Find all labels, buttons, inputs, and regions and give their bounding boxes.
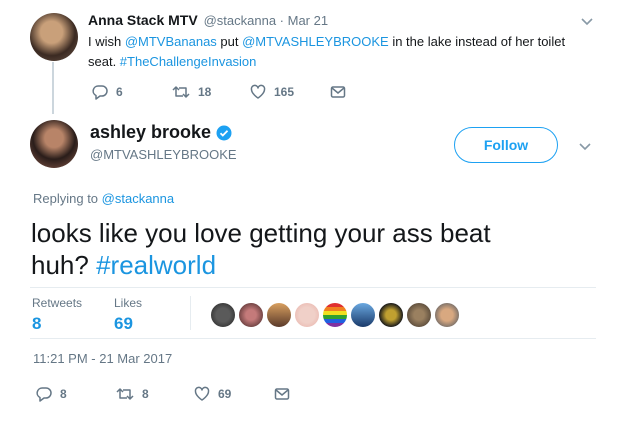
main-display-name[interactable]: ashley brooke xyxy=(90,122,211,143)
liker-avatar[interactable] xyxy=(238,302,264,328)
replying-prefix: Replying to xyxy=(33,191,102,206)
parent-display-name[interactable]: Anna Stack MTV xyxy=(88,12,198,28)
message-icon xyxy=(274,386,298,402)
parent-text-part: put xyxy=(216,34,243,49)
liker-avatar[interactable] xyxy=(378,302,404,328)
parent-date[interactable]: Mar 21 xyxy=(288,13,328,28)
main-tweet-text: looks like you love getting your ass bea… xyxy=(31,217,601,281)
main-avatar[interactable] xyxy=(30,120,78,168)
retweet-icon xyxy=(116,386,142,402)
parent-header: Anna Stack MTV @stackanna · Mar 21 xyxy=(88,12,328,28)
main-reply-button[interactable]: 8 xyxy=(36,386,67,402)
retweets-label: Retweets xyxy=(32,296,83,310)
stats-separator xyxy=(190,296,191,330)
parent-retweet-button[interactable]: 18 xyxy=(172,84,211,100)
retweets-stat[interactable]: Retweets 8 xyxy=(32,296,82,334)
likes-stat[interactable]: Likes 69 xyxy=(114,296,142,334)
liker-avatar[interactable] xyxy=(350,302,376,328)
main-message-button[interactable] xyxy=(274,386,298,402)
hashtag-link[interactable]: #TheChallengeInvasion xyxy=(120,54,257,69)
verified-icon xyxy=(216,125,232,141)
likes-label: Likes xyxy=(114,296,143,310)
message-icon xyxy=(330,84,354,100)
parent-like-count: 165 xyxy=(274,85,295,99)
like-icon xyxy=(250,84,274,100)
liker-avatar[interactable] xyxy=(294,302,320,328)
parent-like-button[interactable]: 165 xyxy=(250,84,294,100)
parent-reply-count: 6 xyxy=(116,85,123,99)
tweet-timestamp[interactable]: 11:21 PM - 21 Mar 2017 xyxy=(33,351,172,366)
retweets-value: 8 xyxy=(32,314,42,333)
liker-avatar[interactable] xyxy=(266,302,292,328)
main-text-part: huh? xyxy=(31,250,97,280)
main-like-count: 69 xyxy=(218,387,232,401)
parent-message-button[interactable] xyxy=(330,84,354,100)
reply-icon xyxy=(36,386,60,402)
parent-handle[interactable]: @stackanna xyxy=(204,13,276,28)
parent-separator: · xyxy=(276,13,288,28)
thread-connector xyxy=(52,62,54,114)
like-icon xyxy=(194,386,218,402)
main-like-button[interactable]: 69 xyxy=(194,386,231,402)
likes-value: 69 xyxy=(114,314,133,333)
parent-retweet-count: 18 xyxy=(198,85,212,99)
divider xyxy=(30,338,596,339)
chevron-down-icon[interactable] xyxy=(580,14,594,28)
follow-button[interactable]: Follow xyxy=(454,127,558,163)
liker-avatar[interactable] xyxy=(406,302,432,328)
parent-text-part: in the lake instead of her toilet xyxy=(388,34,566,49)
main-retweet-count: 8 xyxy=(142,387,149,401)
main-header: ashley brooke @MTVASHLEYBROOKE xyxy=(90,122,237,162)
main-reply-count: 8 xyxy=(60,387,67,401)
parent-text-part: seat. xyxy=(88,54,120,69)
replying-to: Replying to @stackanna xyxy=(33,191,174,206)
main-text-line: looks like you love getting your ass bea… xyxy=(31,218,491,248)
mention-link[interactable]: @MTVBananas xyxy=(125,34,217,49)
reply-icon xyxy=(92,84,116,100)
main-handle[interactable]: @MTVASHLEYBROOKE xyxy=(90,147,237,162)
retweet-icon xyxy=(172,84,198,100)
parent-avatar[interactable] xyxy=(30,13,78,61)
parent-tweet-text: I wish @MTVBananas put @MTVASHLEYBROOKE … xyxy=(88,32,608,72)
hashtag-link[interactable]: #realworld xyxy=(96,250,216,280)
parent-reply-button[interactable]: 6 xyxy=(92,84,123,100)
liker-avatar[interactable] xyxy=(210,302,236,328)
parent-text-part: I wish xyxy=(88,34,125,49)
replying-handle-link[interactable]: @stackanna xyxy=(102,191,174,206)
liker-avatar[interactable] xyxy=(434,302,460,328)
divider xyxy=(30,287,596,288)
main-retweet-button[interactable]: 8 xyxy=(116,386,149,402)
mention-link[interactable]: @MTVASHLEYBROOKE xyxy=(242,34,389,49)
liker-avatar[interactable] xyxy=(322,302,348,328)
chevron-down-icon[interactable] xyxy=(578,139,592,153)
